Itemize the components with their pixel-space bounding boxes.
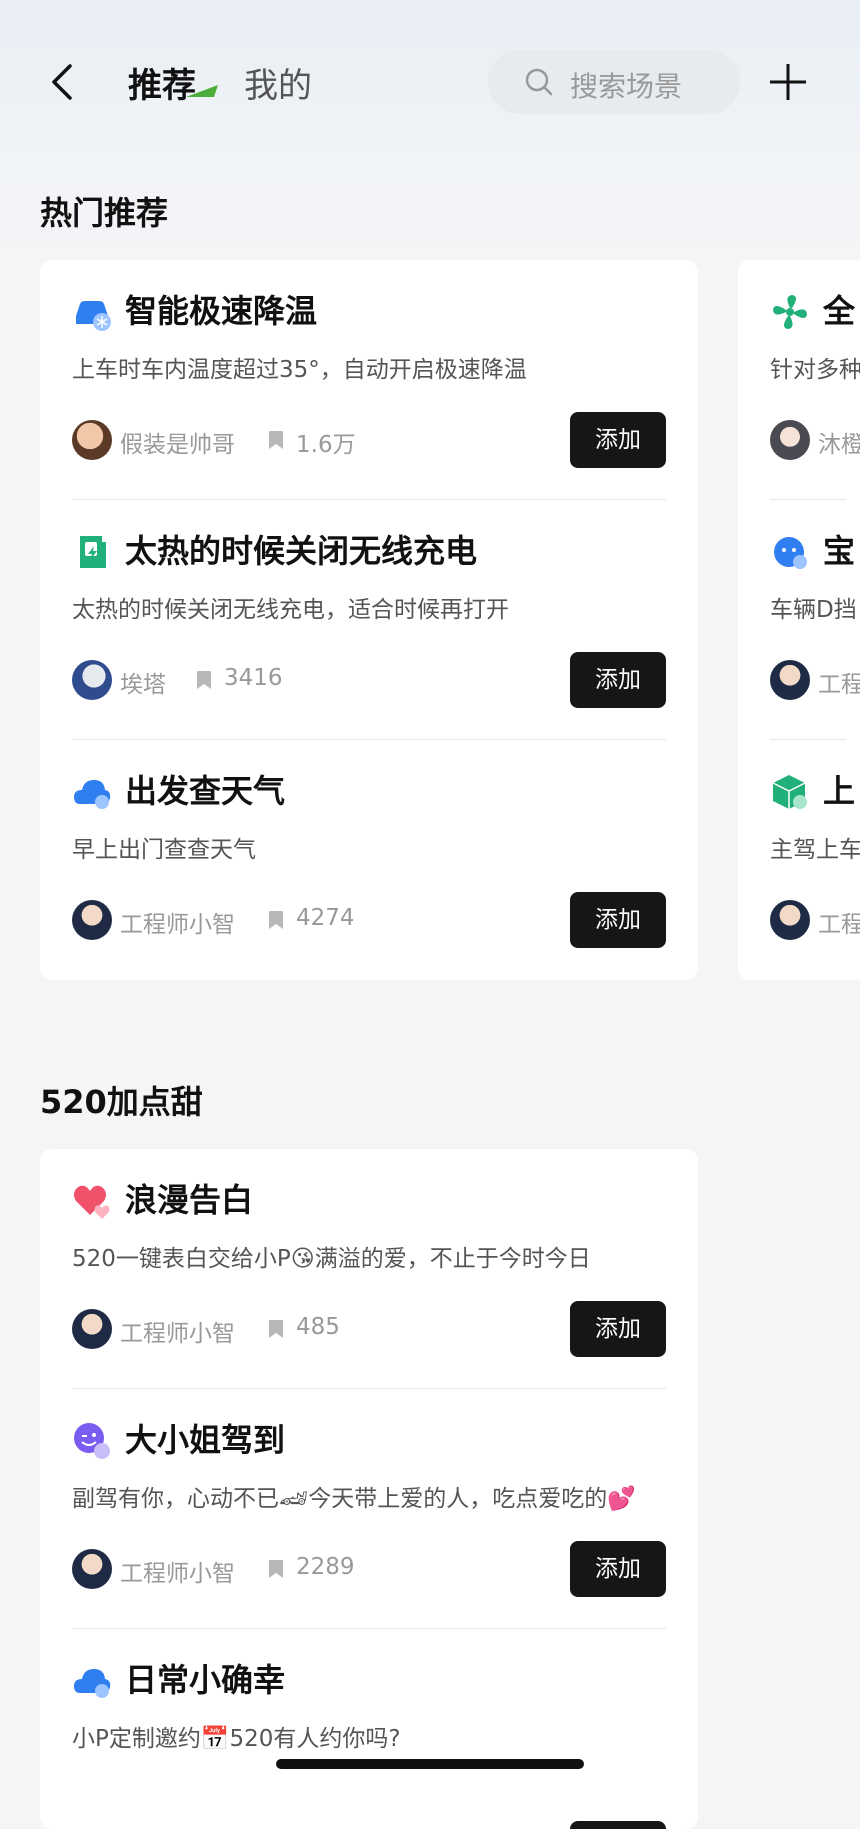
scene-item[interactable]: 全 针对多种 沐橙 (738, 260, 860, 500)
favorite-count: 2289 (296, 1554, 355, 1580)
plus-icon (770, 64, 806, 100)
bookmark-icon (269, 1320, 283, 1338)
add-button[interactable]: 添加 (570, 892, 666, 948)
author-name: 工程 (818, 672, 860, 698)
scene-description: 早上出门查查天气 (72, 837, 256, 863)
scene-item[interactable]: 浪漫告白 520一键表白交给小P😘满溢的爱，不止于今时今日 工程师小智 485 … (40, 1149, 698, 1389)
tab-recommend[interactable]: 推荐 (128, 58, 218, 107)
car-snowflake-icon (76, 301, 111, 331)
author-name: 假装是帅哥 (120, 432, 235, 458)
scene-item[interactable]: 太热的时候关闭无线充电 太热的时候关闭无线充电，适合时候再打开 埃塔 3416 … (40, 500, 698, 740)
favorite-count: 1.6万 (296, 432, 356, 458)
scene-item[interactable]: 大小姐驾到 副驾有你，心动不已🏎今天带上爱的人，吃点爱吃的💕 工程师小智 228… (40, 1389, 698, 1629)
add-button[interactable]: 添加 (570, 1301, 666, 1357)
avatar (72, 1309, 112, 1349)
scene-title: 出发查天气 (125, 772, 286, 810)
scene-item[interactable]: 上 主驾上车 工程 (738, 740, 860, 980)
scene-title: 全 (823, 292, 856, 330)
scene-title: 浪漫告白 (125, 1181, 254, 1219)
author-name: 工程 (818, 912, 860, 938)
bookmark-icon (197, 671, 211, 689)
active-tab-brush-mark (186, 85, 218, 97)
fan-icon (773, 295, 807, 329)
scene-title: 宝 (823, 532, 856, 570)
home-indicator (276, 1759, 584, 1769)
avatar (72, 1549, 112, 1589)
search-input[interactable]: 搜索场景 (488, 50, 740, 114)
scene-title: 日常小确幸 (125, 1661, 286, 1699)
avatar (72, 900, 112, 940)
scene-item[interactable]: 宝 车辆D挡 工程 (738, 500, 860, 740)
scene-card: 浪漫告白 520一键表白交给小P😘满溢的爱，不止于今时今日 工程师小智 485 … (40, 1149, 698, 1829)
author-name: 埃塔 (120, 672, 166, 698)
top-nav: 推荐 我的 搜索场景 (0, 40, 860, 130)
chevron-left-icon (52, 64, 72, 100)
scene-description: 太热的时候关闭无线充电，适合时候再打开 (72, 597, 509, 623)
hearts-icon (73, 1185, 110, 1219)
scene-title: 上 (823, 772, 856, 810)
cube-icon (772, 775, 807, 809)
add-button[interactable]: 添加 (570, 1541, 666, 1597)
add-button[interactable]: 添加 (570, 412, 666, 468)
scene-item[interactable]: 日常小确幸 小P定制邀约📅520有人约你吗? (40, 1629, 698, 1829)
back-button[interactable] (42, 60, 82, 104)
scene-title: 大小姐驾到 (125, 1421, 286, 1459)
search-placeholder: 搜索场景 (570, 70, 683, 103)
section-title-hot: 热门推荐 (40, 194, 169, 232)
section-title-520: 520加点甜 (40, 1083, 203, 1121)
add-button[interactable]: 添加 (570, 652, 666, 708)
author-name: 沐橙 (818, 432, 860, 458)
avatar (770, 420, 810, 460)
scene-description: 副驾有你，心动不已🏎今天带上爱的人，吃点爱吃的💕 (72, 1486, 636, 1512)
favorite-count: 3416 (224, 665, 283, 691)
favorite-count: 485 (296, 1314, 340, 1340)
favorite-count: 4274 (296, 905, 355, 931)
scene-description: 上车时车内温度超过35°，自动开启极速降温 (72, 357, 527, 383)
scene-title: 智能极速降温 (125, 292, 318, 330)
scene-title: 太热的时候关闭无线充电 (125, 532, 478, 570)
avatar (770, 900, 810, 940)
scene-item[interactable]: 智能极速降温 上车时车内温度超过35°，自动开启极速降温 假装是帅哥 1.6万 … (40, 260, 698, 500)
scene-description: 520一键表白交给小P😘满溢的爱，不止于今时今日 (72, 1246, 591, 1272)
bookmark-icon (269, 1560, 283, 1578)
author-name: 工程师小智 (120, 1561, 235, 1587)
search-icon (525, 68, 553, 96)
scene-description: 车辆D挡 (770, 597, 857, 623)
charger-icon (80, 536, 106, 568)
scene-card-partial: 全 针对多种 沐橙 宝 车辆D挡 工程 上 主驾上车 工程 (738, 260, 860, 980)
cloud-weather-icon (74, 780, 111, 809)
bookmark-icon (269, 431, 283, 449)
scene-item[interactable]: 出发查天气 早上出门查查天气 工程师小智 4274 添加 (40, 740, 698, 980)
avatar (770, 660, 810, 700)
add-button[interactable] (570, 1821, 666, 1829)
avatar (72, 660, 112, 700)
baby-face-icon (774, 537, 807, 569)
scene-description: 针对多种 (770, 357, 860, 383)
avatar (72, 420, 112, 460)
add-scene-button[interactable] (766, 60, 810, 104)
scene-card: 智能极速降温 上车时车内温度超过35°，自动开启极速降温 假装是帅哥 1.6万 … (40, 260, 698, 980)
bookmark-icon (269, 911, 283, 929)
cloud-weather-icon (74, 1669, 111, 1698)
author-name: 工程师小智 (120, 1321, 235, 1347)
wink-face-icon (74, 1423, 110, 1459)
scene-description: 小P定制邀约📅520有人约你吗? (72, 1726, 401, 1752)
scene-description: 主驾上车 (770, 837, 860, 863)
tab-mine-label: 我的 (244, 66, 312, 106)
author-name: 工程师小智 (120, 912, 235, 938)
tab-mine[interactable]: 我的 (244, 58, 312, 107)
